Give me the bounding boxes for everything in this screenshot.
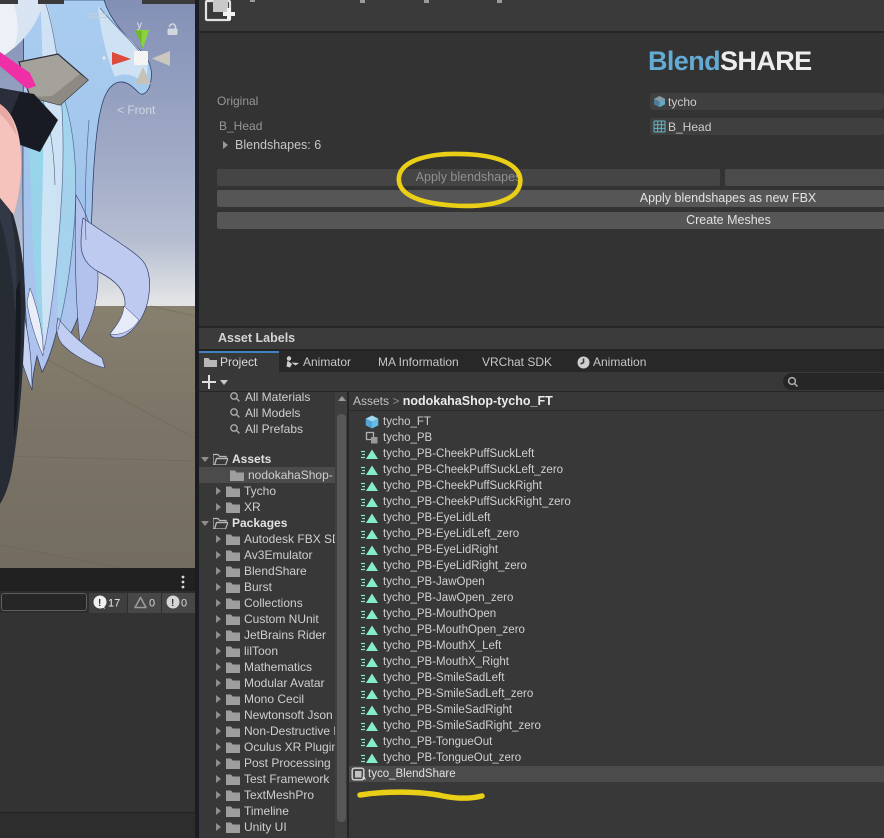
svg-text:0: 0 <box>149 598 155 610</box>
svg-text:17: 17 <box>108 598 120 610</box>
svg-text:!: ! <box>171 598 174 609</box>
svg-text:!: ! <box>98 598 101 609</box>
svg-text:0: 0 <box>181 598 187 610</box>
svg-text:< Front: < Front <box>117 103 156 117</box>
svg-text:y: y <box>137 20 142 31</box>
